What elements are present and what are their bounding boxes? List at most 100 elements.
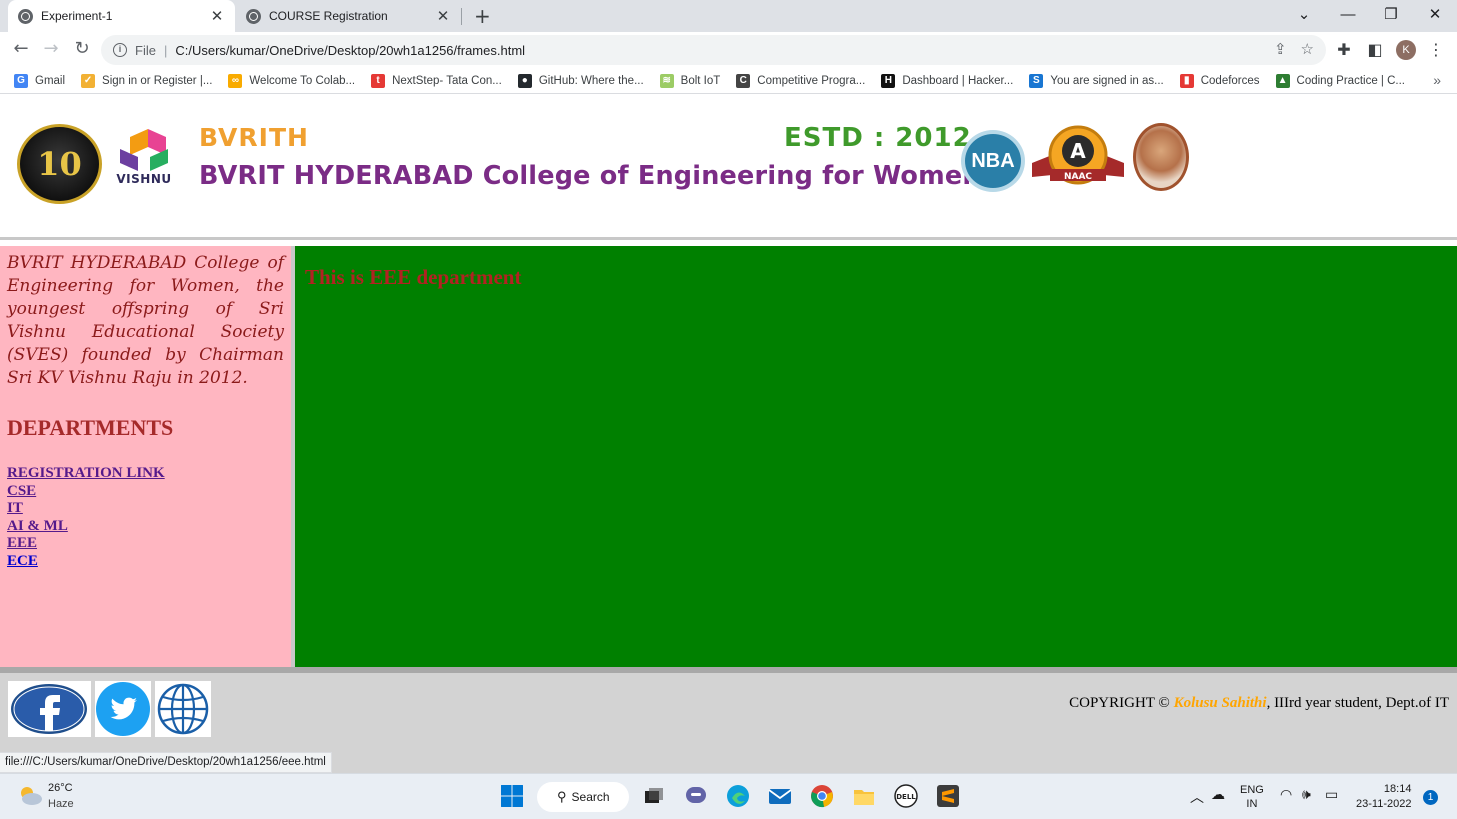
department-link-it[interactable]: IT <box>7 500 284 518</box>
bookmark-item[interactable]: G Gmail <box>14 73 65 88</box>
bookmark-label: Bolt IoT <box>680 74 721 87</box>
facebook-icon[interactable] <box>8 681 91 737</box>
wifi-icon[interactable]: ◠ <box>1280 787 1292 803</box>
bookmark-item[interactable]: C Competitive Progra... <box>736 73 866 88</box>
department-link-cse[interactable]: CSE <box>7 483 284 501</box>
mail-icon[interactable] <box>768 784 792 808</box>
notification-badge[interactable]: 1 <box>1423 790 1438 805</box>
twitter-icon[interactable] <box>95 681 151 737</box>
copyright-suffix: , IIIrd year student, Dept.of IT <box>1266 695 1449 711</box>
address-separator: | <box>163 42 168 58</box>
bookmark-label: Welcome To Colab... <box>249 74 356 87</box>
battery-icon[interactable]: ▭ <box>1325 787 1338 803</box>
bookmark-item[interactable]: H Dashboard | Hacker... <box>881 73 1014 88</box>
back-button[interactable]: ← <box>10 38 32 60</box>
college-intro: BVRIT HYDERABAD College of Engineering f… <box>7 253 284 388</box>
svg-text:DELL: DELL <box>896 793 916 801</box>
extensions-icon[interactable]: ✚ <box>1334 39 1354 61</box>
close-tab-icon[interactable]: ✕ <box>209 7 225 25</box>
forward-button[interactable]: → <box>40 38 62 60</box>
clock-date: 23-11-2022 <box>1356 798 1412 810</box>
region-code: IN <box>1246 798 1258 810</box>
windows-start-icon[interactable] <box>500 784 524 808</box>
department-link-ai-ml[interactable]: AI & ML <box>7 518 284 536</box>
copyright-notice: COPYRIGHT © Kolusu Sahithi, IIIrd year s… <box>1069 695 1449 712</box>
department-heading: This is EEE department <box>305 265 522 289</box>
github-icon: ● <box>517 73 532 88</box>
bookmark-item[interactable]: ≋ Bolt IoT <box>659 73 721 88</box>
menu-icon[interactable]: ⋮ <box>1426 39 1446 61</box>
coding-practice-icon: ▲ <box>1275 73 1290 88</box>
globe-icon <box>246 8 261 24</box>
reload-button[interactable]: ↻ <box>71 38 93 60</box>
bookmark-label: Dashboard | Hacker... <box>902 74 1014 87</box>
taskbar-search[interactable]: ⚲ Search <box>537 782 629 812</box>
department-link-registration-link[interactable]: REGISTRATION LINK <box>7 465 284 483</box>
codeforces-icon: ▮ <box>1179 73 1194 88</box>
tab-divider <box>461 8 462 25</box>
side-panel-icon[interactable]: ◧ <box>1365 39 1385 61</box>
input-language[interactable]: ENG IN <box>1240 783 1264 811</box>
bookmark-item[interactable]: S You are signed in as... <box>1029 73 1164 88</box>
volume-icon[interactable]: 🕪 <box>1302 787 1311 803</box>
bookmarks-overflow-icon[interactable]: » <box>1433 72 1441 88</box>
bookmark-item[interactable]: t NextStep- Tata Con... <box>371 73 502 88</box>
bolt-iot-icon: ≋ <box>659 73 674 88</box>
bookmark-item[interactable]: ✓ Sign in or Register |... <box>81 73 213 88</box>
sublime-text-icon[interactable] <box>936 784 960 808</box>
address-url[interactable]: C:/Users/kumar/OneDrive/Desktop/20wh1a12… <box>175 43 525 58</box>
gmail-icon: G <box>14 73 28 88</box>
weather-haze-icon[interactable] <box>17 784 43 808</box>
weather-description[interactable]: Haze <box>48 798 74 810</box>
department-links: REGISTRATION LINK CSE IT AI & ML EEE ECE <box>7 465 284 570</box>
address-bar[interactable]: i File | C:/Users/kumar/OneDrive/Desktop… <box>101 35 1326 65</box>
globe-icon <box>18 8 33 24</box>
task-view-icon[interactable] <box>642 784 666 808</box>
restore-button[interactable]: ❐ <box>1381 4 1401 26</box>
author-name: Kolusu Sahithi <box>1173 695 1267 711</box>
new-tab-button[interactable]: + <box>474 4 491 28</box>
naac-grade: A <box>1070 139 1086 163</box>
bookmark-item[interactable]: ▮ Codeforces <box>1179 73 1260 88</box>
website-globe-icon[interactable] <box>155 681 211 737</box>
taskbar-clock[interactable]: 18:14 23-11-2022 <box>1356 782 1411 812</box>
close-window-button[interactable]: ✕ <box>1425 4 1445 26</box>
weather-temperature[interactable]: 26°C <box>48 782 73 794</box>
edge-browser-icon[interactable] <box>726 784 750 808</box>
tab-title: Experiment-1 <box>41 9 113 23</box>
department-link-eee[interactable]: EEE <box>7 535 284 553</box>
college-short-name: BVRITH <box>199 123 309 152</box>
chrome-icon[interactable] <box>810 784 834 808</box>
bookmark-item[interactable]: ∞ Welcome To Colab... <box>228 73 356 88</box>
bookmark-item[interactable]: ▲ Coding Practice | C... <box>1275 73 1405 88</box>
tab-search-icon[interactable]: ⌄ <box>1294 4 1314 26</box>
sidebar-frame: BVRIT HYDERABAD College of Engineering f… <box>0 246 291 667</box>
bookmark-label: Sign in or Register |... <box>102 74 213 87</box>
show-hidden-icons[interactable]: ︿ <box>1190 787 1204 807</box>
department-link-ece[interactable]: ECE <box>7 553 284 571</box>
content-frame: This is EEE department <box>295 246 1457 667</box>
bookmark-star-icon[interactable]: ☆ <box>1301 40 1314 58</box>
dell-icon[interactable]: DELL <box>894 784 918 808</box>
bookmark-label: Coding Practice | C... <box>1296 74 1405 87</box>
tab-course-registration[interactable]: COURSE Registration ✕ <box>236 0 461 32</box>
college-name: BVRIT HYDERABAD College of Engineering f… <box>199 161 981 191</box>
bookmark-item[interactable]: ● GitHub: Where the... <box>517 73 644 88</box>
teams-chat-icon[interactable] <box>684 784 708 808</box>
share-icon[interactable]: ⇪ <box>1274 40 1287 58</box>
file-explorer-icon[interactable] <box>852 784 876 808</box>
info-icon[interactable]: i <box>113 43 127 57</box>
search-icon: ⚲ <box>557 789 567 804</box>
onedrive-icon[interactable]: ☁ <box>1211 787 1225 803</box>
profile-avatar[interactable]: K <box>1396 40 1416 60</box>
bookmark-label: Competitive Progra... <box>757 74 866 87</box>
bookmarks-bar: G Gmail ✓ Sign in or Register |... ∞ Welcome … <box>0 68 1457 94</box>
minimize-button[interactable]: — <box>1338 4 1358 26</box>
close-tab-icon[interactable]: ✕ <box>435 7 451 25</box>
tab-experiment-1[interactable]: Experiment-1 ✕ <box>8 0 235 32</box>
signed-in-icon: S <box>1029 73 1044 88</box>
college-header-frame: 10 VISHNU BVRITH ESTD : 2012 BVRIT HYDER… <box>0 95 1457 240</box>
vishnu-logo-icon <box>120 129 168 171</box>
tcs-icon: t <box>371 73 386 88</box>
language-code: ENG <box>1240 784 1264 796</box>
